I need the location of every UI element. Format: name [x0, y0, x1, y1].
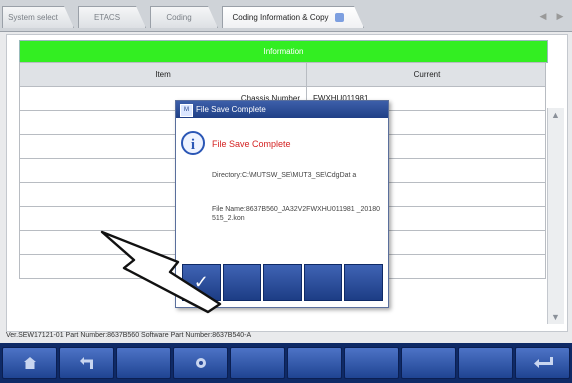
scroll-down-icon[interactable]: ▼	[551, 312, 560, 322]
tab-coding-information-copy[interactable]: Coding Information & Copy	[222, 6, 364, 28]
directory-text: Directory:C:\MUTSW_SE\MUT3_SE\CdgDat a	[212, 172, 357, 179]
col-item-header: Item	[20, 63, 307, 86]
toolbar-button-9[interactable]	[458, 347, 513, 379]
file-name-text: File Name:8637B560_JA32V2FWXHU011981 _20…	[212, 206, 380, 222]
pointer-arrow-icon	[100, 230, 222, 314]
info-icon: i	[181, 131, 205, 155]
tab-etacs[interactable]: ETACS	[78, 6, 146, 28]
settings-button[interactable]	[173, 347, 228, 379]
dialog-button-5[interactable]	[344, 264, 383, 301]
dialog-button-4[interactable]	[303, 264, 343, 301]
back-arrow-icon	[79, 357, 93, 369]
scroll-up-icon[interactable]: ▲	[551, 110, 560, 120]
tab-coding[interactable]: Coding	[150, 6, 218, 28]
dialog-title: File Save Complete	[196, 105, 266, 114]
table-header-row: Item Current	[19, 62, 546, 87]
version-status-line: Ver.SEW17121-01 Part Number:8637B560 Sof…	[6, 332, 252, 339]
enter-icon	[533, 357, 553, 368]
dialog-button-2[interactable]	[222, 264, 262, 301]
information-header: Information	[19, 40, 548, 63]
col-current-header: Current	[413, 70, 441, 79]
back-button[interactable]	[59, 347, 114, 379]
tab-bar: System select ETACS Coding Coding Inform…	[0, 0, 572, 32]
dialog-button-3[interactable]	[263, 264, 302, 301]
app-window: System select ETACS Coding Coding Inform…	[0, 0, 572, 383]
app-icon: M	[180, 104, 193, 117]
dialog-message: File Save Complete	[212, 139, 291, 149]
toolbar-button-7[interactable]	[344, 347, 399, 379]
tab-system-select[interactable]: System select	[2, 6, 74, 28]
table-scrollbar[interactable]: ▲ ▼	[547, 108, 564, 324]
tab-prev-button[interactable]: ◀	[535, 7, 551, 25]
bottom-toolbar	[0, 343, 572, 383]
gear-icon	[195, 358, 206, 368]
tab-badge-icon	[335, 13, 344, 22]
tab-next-button[interactable]: ▶	[552, 7, 568, 25]
dialog-title-bar: M File Save Complete	[176, 101, 388, 118]
home-icon	[23, 357, 36, 369]
toolbar-button-5[interactable]	[230, 347, 285, 379]
toolbar-button-3[interactable]	[116, 347, 171, 379]
toolbar-button-8[interactable]	[401, 347, 456, 379]
home-button[interactable]	[2, 347, 57, 379]
toolbar-button-6[interactable]	[287, 347, 342, 379]
enter-button[interactable]	[515, 347, 570, 379]
